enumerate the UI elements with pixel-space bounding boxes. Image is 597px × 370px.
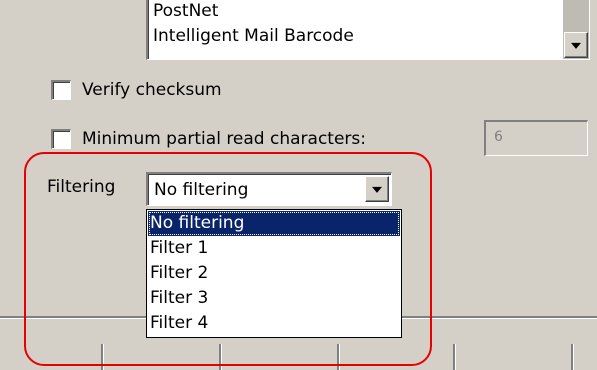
column-divider — [101, 344, 104, 370]
listbox-item-intelligent-mail[interactable]: Intelligent Mail Barcode — [153, 25, 354, 48]
verify-checksum-label: Verify checksum — [82, 80, 222, 100]
filter-option-filter-2[interactable]: Filter 2 — [148, 261, 400, 286]
column-divider — [219, 344, 222, 370]
filtering-dropdown-button[interactable] — [365, 176, 389, 202]
filter-option-filter-1[interactable]: Filter 1 — [148, 236, 400, 261]
scroll-down-button[interactable] — [564, 32, 588, 58]
chevron-down-icon — [372, 186, 382, 193]
column-divider — [453, 344, 456, 370]
filtering-label: Filtering — [47, 177, 116, 197]
verify-checksum-checkbox[interactable] — [51, 80, 71, 100]
column-divider — [571, 344, 574, 370]
filter-option-filter-3[interactable]: Filter 3 — [148, 286, 400, 311]
min-partial-read-label: Minimum partial read characters: — [82, 129, 366, 149]
listbox-item-postnet[interactable]: PostNet — [153, 0, 218, 23]
chevron-down-icon — [571, 42, 581, 49]
filtering-selected-value: No filtering — [154, 180, 249, 200]
min-partial-read-option[interactable]: Minimum partial read characters: — [51, 128, 366, 150]
min-partial-read-checkbox[interactable] — [51, 129, 71, 149]
min-partial-read-input: 6 — [484, 120, 588, 156]
column-divider — [337, 344, 340, 370]
filtering-dropdown-list: No filtering Filter 1 Filter 2 Filter 3 … — [146, 209, 402, 338]
listbox-scrollbar[interactable] — [563, 0, 589, 59]
verify-checksum-option[interactable]: Verify checksum — [51, 79, 222, 101]
filter-option-filter-4[interactable]: Filter 4 — [148, 311, 400, 336]
filtering-combobox[interactable]: No filtering — [146, 172, 392, 206]
filter-option-no-filtering[interactable]: No filtering — [148, 211, 400, 236]
barcode-type-listbox[interactable]: PostNet Intelligent Mail Barcode — [146, 0, 590, 60]
